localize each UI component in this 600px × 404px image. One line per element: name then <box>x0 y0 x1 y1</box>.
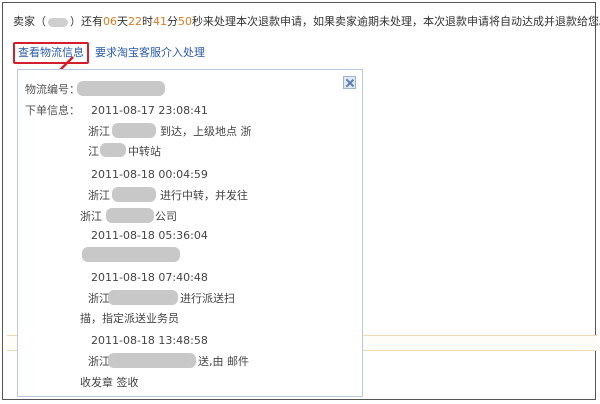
entry-time: 2011-08-18 05:36:04 <box>91 229 208 242</box>
logistics-popup: 物流编号： 下单信息： 2011-08-17 23:08:41 浙江 到达，上级… <box>17 69 363 397</box>
close-icon[interactable] <box>343 76 356 89</box>
entry-line: 进行派送扫 <box>180 292 235 305</box>
days-unit: 天 <box>117 15 128 28</box>
countdown-seconds: 50 <box>178 15 192 28</box>
entry-line: 浙江 <box>88 355 110 368</box>
entry-line: 描，指定派送业务员 <box>80 312 179 325</box>
entry-line: 浙江 <box>80 210 102 223</box>
request-service-link[interactable]: 要求淘宝客服介入处理 <box>95 45 205 61</box>
seller-close: ）还有 <box>70 15 103 28</box>
entry-line: 公司 <box>155 210 177 223</box>
entry-line: 浙江 <box>88 189 110 202</box>
seller-label: 卖家（ <box>13 15 46 28</box>
entry-line: 浙江 <box>88 125 110 138</box>
notice-rest: 秒来处理本次退款申请，如果卖家逾期未处理，本次退款申请将自动达成并退款给您。 <box>192 15 600 28</box>
tracking-label: 物流编号： <box>25 83 80 96</box>
entry-time: 2011-08-18 13:48:58 <box>91 334 208 347</box>
background-row-strip <box>7 335 17 351</box>
redacted-text <box>112 123 156 138</box>
entry-time: 2011-08-17 23:08:41 <box>91 104 208 117</box>
refund-countdown-notice: 卖家（ ）还有06天22时41分50秒来处理本次退款申请，如果卖家逾期未处理，本次… <box>13 15 600 29</box>
entry-line: 中转站 <box>128 145 161 158</box>
redacted-text <box>106 208 154 223</box>
countdown-days: 06 <box>103 15 117 28</box>
entry-time: 2011-08-18 07:40:48 <box>91 271 208 284</box>
countdown-minutes: 41 <box>153 15 167 28</box>
redacted-text <box>108 290 178 305</box>
action-links: 查看物流信息 要求淘宝客服介入处理 <box>13 42 205 64</box>
entry-line: 到达，上级地点 浙 <box>160 125 252 138</box>
entry-line: 进行中转，并发往 <box>160 189 248 202</box>
entry-line: 江 <box>88 145 99 158</box>
entry-line: 浙江 <box>88 292 110 305</box>
redacted-text <box>108 353 196 368</box>
order-info-label: 下单信息： <box>25 104 80 117</box>
background-row-strip <box>363 335 597 351</box>
minutes-unit: 分 <box>167 15 178 28</box>
entry-time: 2011-08-18 00:04:59 <box>91 168 208 181</box>
hours-unit: 时 <box>142 15 153 28</box>
countdown-hours: 22 <box>128 15 142 28</box>
redacted-tracking-number <box>77 81 165 96</box>
redacted-text <box>100 143 126 157</box>
redacted-text <box>112 187 156 202</box>
page-frame: 卖家（ ）还有06天22时41分50秒来处理本次退款申请，如果卖家逾期未处理，本次… <box>2 2 600 400</box>
entry-line: 收发章 签收 <box>80 376 139 389</box>
entry-line: 送,由 邮件 <box>198 355 249 368</box>
redacted-seller-name <box>48 17 68 27</box>
redacted-text <box>82 247 180 262</box>
